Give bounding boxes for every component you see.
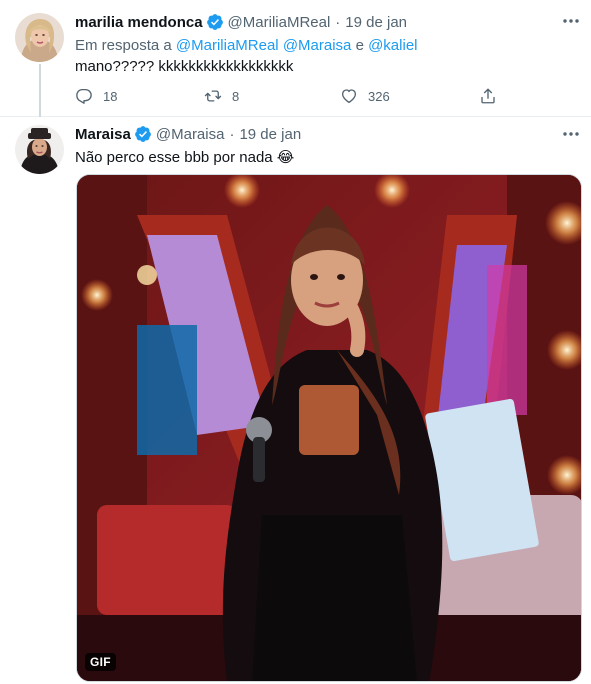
retweet-count: 8 (232, 88, 240, 104)
more-horizontal-icon[interactable] (561, 14, 581, 28)
tweet-header: marilia mendonca @MariliaMReal · 19 de j… (75, 13, 407, 31)
avatar-maraisa[interactable] (15, 125, 64, 174)
share-button[interactable] (479, 86, 497, 106)
tweet-header: Maraisa @Maraisa · 19 de jan (75, 125, 301, 143)
share-icon (481, 88, 495, 104)
tweet-date[interactable]: 19 de jan (239, 126, 301, 143)
reply-button[interactable]: 18 (75, 86, 117, 106)
more-horizontal-icon[interactable] (561, 127, 581, 141)
avatar-marilia[interactable] (15, 13, 64, 62)
author-handle[interactable]: @MariliaMReal (228, 14, 331, 31)
thread-line (39, 64, 41, 117)
tweet-date[interactable]: 19 de jan (345, 14, 407, 31)
gif-badge: GIF (85, 653, 116, 671)
heart-icon (341, 89, 357, 104)
verified-badge-icon (134, 125, 152, 143)
reply-count: 18 (103, 88, 118, 104)
tweet-gif-media[interactable]: GIF (76, 174, 582, 682)
reply-mention-2[interactable]: @Maraisa (283, 37, 352, 54)
tweet-marilia[interactable]: marilia mendonca @MariliaMReal · 19 de j… (0, 0, 591, 117)
author-name[interactable]: marilia mendonca (75, 14, 203, 31)
tweet-text: Não perco esse bbb por nada 😂 (75, 149, 295, 166)
like-button[interactable]: 326 (340, 86, 390, 106)
verified-badge-icon (206, 13, 224, 31)
reply-prefix: Em resposta a (75, 37, 172, 54)
gif-frame-image (77, 175, 581, 681)
like-count: 326 (368, 88, 390, 104)
reply-icon (76, 88, 92, 104)
separator-dot: · (229, 125, 235, 143)
reply-mention-3[interactable]: @kaliel (368, 37, 417, 54)
tweet-text: mano????? kkkkkkkkkkkkkkkkkk (75, 58, 294, 75)
tweet-actions: 18 8 326 (75, 86, 505, 106)
retweet-button[interactable]: 8 (204, 86, 239, 106)
author-handle[interactable]: @Maraisa (156, 126, 225, 143)
author-name[interactable]: Maraisa (75, 126, 131, 143)
reply-context: Em resposta a @MariliaMReal @Maraisa e @… (75, 37, 418, 54)
tweet-maraisa[interactable]: Maraisa @Maraisa · 19 de jan Não perco e… (0, 117, 591, 684)
retweet-icon (204, 90, 222, 102)
reply-conjunction: e (355, 37, 364, 54)
reply-mention-1[interactable]: @MariliaMReal (176, 37, 279, 54)
separator-dot: · (335, 13, 341, 31)
